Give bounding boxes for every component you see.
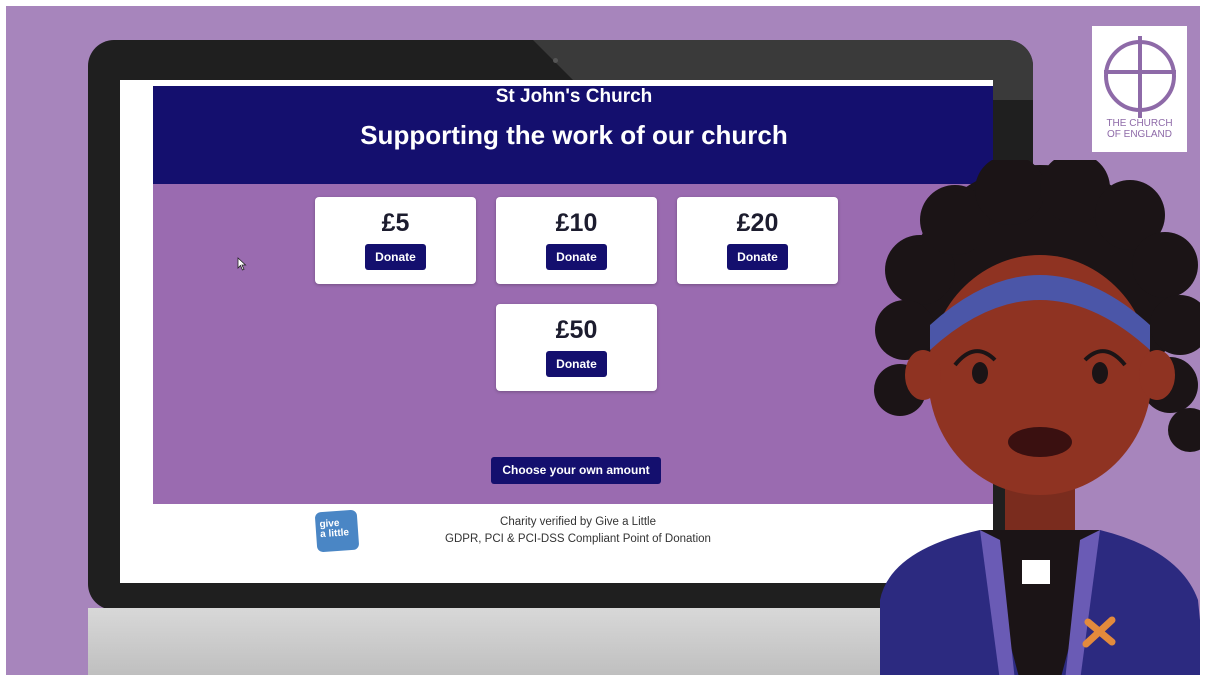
donate-20-button[interactable]: Donate (727, 244, 788, 270)
vicar-illustration (874, 160, 1206, 681)
donate-5-button[interactable]: Donate (365, 244, 426, 270)
page-headline: Supporting the work of our church (360, 120, 788, 150)
donate-10-button[interactable]: Donate (546, 244, 607, 270)
donate-50-button[interactable]: Donate (546, 351, 607, 377)
donation-card-20: £20 Donate (677, 197, 838, 284)
webcam-dot (553, 58, 558, 63)
donation-card-10: £10 Donate (496, 197, 657, 284)
choose-own-amount-button[interactable]: Choose your own amount (491, 457, 661, 484)
cursor-arrow-icon (237, 257, 247, 271)
give-a-little-logo: give a little (314, 509, 360, 553)
verification-text: Charity verified by Give a Little (500, 516, 656, 528)
donation-card-5: £5 Donate (315, 197, 476, 284)
church-of-england-cross-logo (1104, 36, 1176, 118)
donation-amount: £50 (555, 316, 598, 344)
church-of-england-logo: THE CHURCH OF ENGLAND (1092, 26, 1187, 152)
logo-line-1: THE CHURCH (1106, 118, 1173, 129)
logo-text-bottom: a little (319, 527, 350, 541)
donation-card-50: £50 Donate (496, 304, 657, 391)
logo-line-2: OF ENGLAND (1106, 129, 1172, 140)
donation-amount: £10 (555, 209, 598, 237)
compliance-text: GDPR, PCI & PCI-DSS Compliant Point of D… (445, 533, 711, 545)
church-name: St John's Church (495, 86, 653, 107)
donation-amount: £20 (736, 209, 779, 237)
logo-wordmark: THE CHURCH OF ENGLAND (1092, 118, 1187, 140)
donation-amount: £5 (381, 209, 410, 237)
